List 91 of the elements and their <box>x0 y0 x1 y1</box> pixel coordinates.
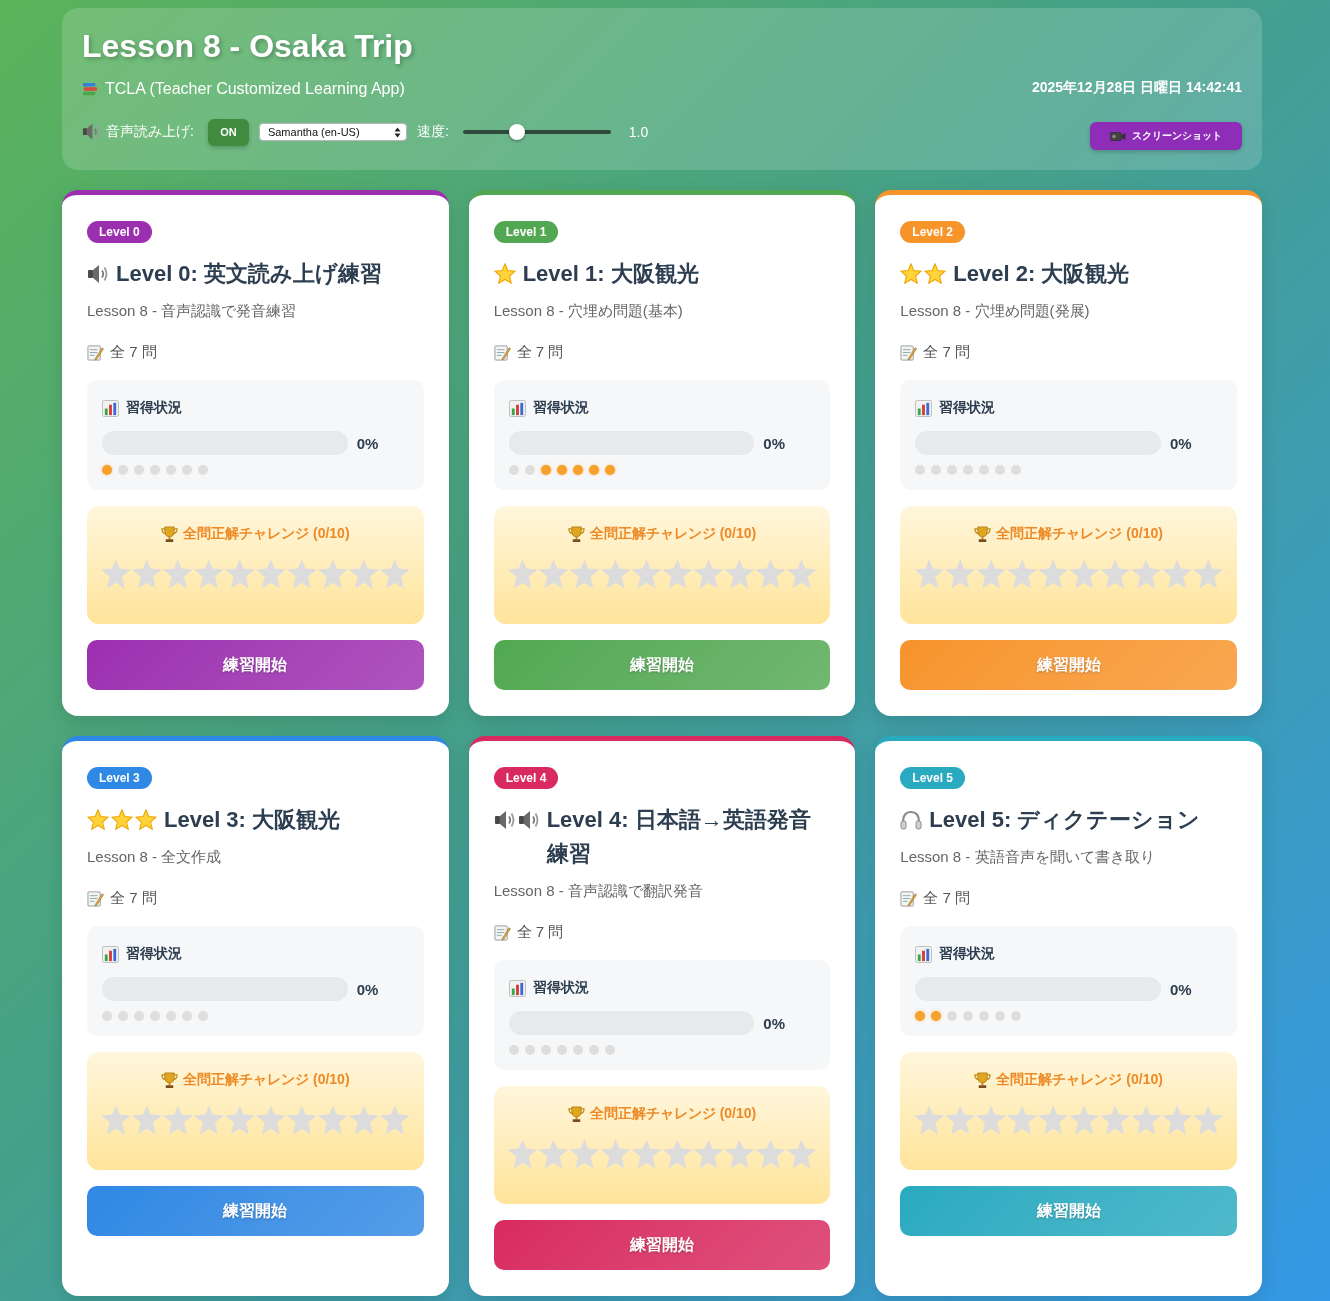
card-title: Level 3: 大阪観光 <box>164 806 341 834</box>
start-practice-button[interactable]: 練習開始 <box>900 1186 1237 1236</box>
page-title: Lesson 8 - Osaka Trip <box>82 27 413 66</box>
speed-slider[interactable] <box>462 124 611 140</box>
card-subtitle: Lesson 8 - 音声認識で翻訳発音 <box>493 881 704 901</box>
start-practice-button[interactable]: 練習開始 <box>87 640 424 690</box>
progress-label: 習得状況 <box>939 399 996 417</box>
level-badge: Level 2 <box>900 221 966 243</box>
slider-thumb[interactable] <box>508 124 525 140</box>
star-icon <box>111 809 133 831</box>
speech-toggle[interactable]: ON <box>207 118 249 146</box>
speaker-icon <box>493 810 516 830</box>
question-count: 全 7 問 <box>923 342 970 362</box>
card-subtitle: Lesson 8 - 全文作成 <box>87 847 223 867</box>
progress-percent: 0% <box>763 1014 786 1032</box>
question-count: 全 7 問 <box>110 342 157 362</box>
bar-chart-icon <box>508 399 526 417</box>
bar-chart-icon <box>915 399 933 417</box>
memo-icon <box>493 343 511 361</box>
trophy-icon <box>567 525 585 543</box>
dropdown-caret-icon <box>393 126 401 138</box>
screenshot-button[interactable]: スクリーンショット <box>1090 122 1242 150</box>
progress-label: 習得状況 <box>126 945 182 963</box>
progress-label: 習得状況 <box>126 399 182 417</box>
card-title: Level 5: ディクテーション <box>929 806 1201 834</box>
date-time: 2025年12月28日 日曜日 14:42:41 <box>1031 78 1242 97</box>
start-practice-button[interactable]: 練習開始 <box>493 640 831 690</box>
star-icon <box>924 263 947 285</box>
video-camera-icon <box>1110 130 1126 142</box>
challenge-title: 全問正解チャレンジ (0/10) <box>183 1071 350 1089</box>
star-icon <box>135 809 157 831</box>
card-title: Level 4: 日本語→英語発音練習 <box>546 806 812 868</box>
progress-label: 習得状況 <box>532 399 589 417</box>
speaker-icon <box>82 123 101 141</box>
progress-percent: 0% <box>356 434 380 452</box>
memo-icon <box>493 923 511 941</box>
level-badge: Level 4 <box>493 767 559 789</box>
memo-icon <box>900 889 918 907</box>
speaker-icon <box>87 264 109 284</box>
card-title: Level 1: 大阪観光 <box>522 260 699 288</box>
bar-chart-icon <box>915 945 933 963</box>
question-count: 全 7 問 <box>516 342 564 362</box>
question-count: 全 7 問 <box>923 888 970 908</box>
speech-label: 音声読み上げ: <box>106 123 194 141</box>
level-badge: Level 3 <box>87 767 152 789</box>
progress-label: 習得状況 <box>939 945 996 963</box>
trophy-icon <box>974 525 992 543</box>
bar-chart-icon <box>508 979 526 997</box>
speaker-icon <box>517 810 540 830</box>
question-count: 全 7 問 <box>516 922 564 942</box>
level-badge: Level 1 <box>493 221 559 243</box>
question-count: 全 7 問 <box>110 888 157 908</box>
progress-percent: 0% <box>356 980 380 998</box>
challenge-title: 全問正解チャレンジ (0/10) <box>589 1105 757 1123</box>
progress-percent: 0% <box>1170 980 1193 998</box>
start-practice-button[interactable]: 練習開始 <box>87 1186 424 1236</box>
bar-chart-icon <box>102 399 119 417</box>
trophy-icon <box>567 1105 585 1123</box>
star-icon <box>900 263 923 285</box>
card-subtitle: Lesson 8 - 音声認識で発音練習 <box>87 301 298 321</box>
voice-select[interactable]: Samantha (en-US) <box>258 123 407 141</box>
card-title: Level 0: 英文読み上げ練習 <box>116 260 383 288</box>
speed-value: 1.0 <box>628 124 649 140</box>
card-subtitle: Lesson 8 - 穴埋め問題(基本) <box>493 301 684 321</box>
level-badge: Level 0 <box>87 221 152 243</box>
books-icon <box>82 82 98 96</box>
start-practice-button[interactable]: 練習開始 <box>900 640 1237 690</box>
memo-icon <box>87 343 104 361</box>
trophy-icon <box>974 1071 992 1089</box>
progress-label: 習得状況 <box>532 979 589 997</box>
level-badge: Level 5 <box>900 767 966 789</box>
star-icon <box>493 263 516 285</box>
speed-label: 速度: <box>416 123 449 141</box>
card-subtitle: Lesson 8 - 英語音声を聞いて書き取り <box>900 847 1156 867</box>
challenge-title: 全問正解チャレンジ (0/10) <box>996 525 1163 543</box>
start-practice-button[interactable]: 練習開始 <box>493 1220 831 1270</box>
headphones-icon <box>900 810 923 830</box>
trophy-icon <box>161 525 179 543</box>
app-name: TCLA (Teacher Customized Learning App) <box>105 79 405 99</box>
memo-icon <box>87 889 104 907</box>
challenge-title: 全問正解チャレンジ (0/10) <box>183 525 350 543</box>
challenge-title: 全問正解チャレンジ (0/10) <box>996 1071 1163 1089</box>
progress-percent: 0% <box>763 434 786 452</box>
card-subtitle: Lesson 8 - 穴埋め問題(発展) <box>900 301 1091 321</box>
bar-chart-icon <box>102 945 119 963</box>
progress-percent: 0% <box>1170 434 1193 452</box>
challenge-title: 全問正解チャレンジ (0/10) <box>589 525 757 543</box>
trophy-icon <box>161 1071 179 1089</box>
memo-icon <box>900 343 918 361</box>
card-title: Level 2: 大阪観光 <box>953 260 1130 288</box>
star-icon <box>87 809 109 831</box>
